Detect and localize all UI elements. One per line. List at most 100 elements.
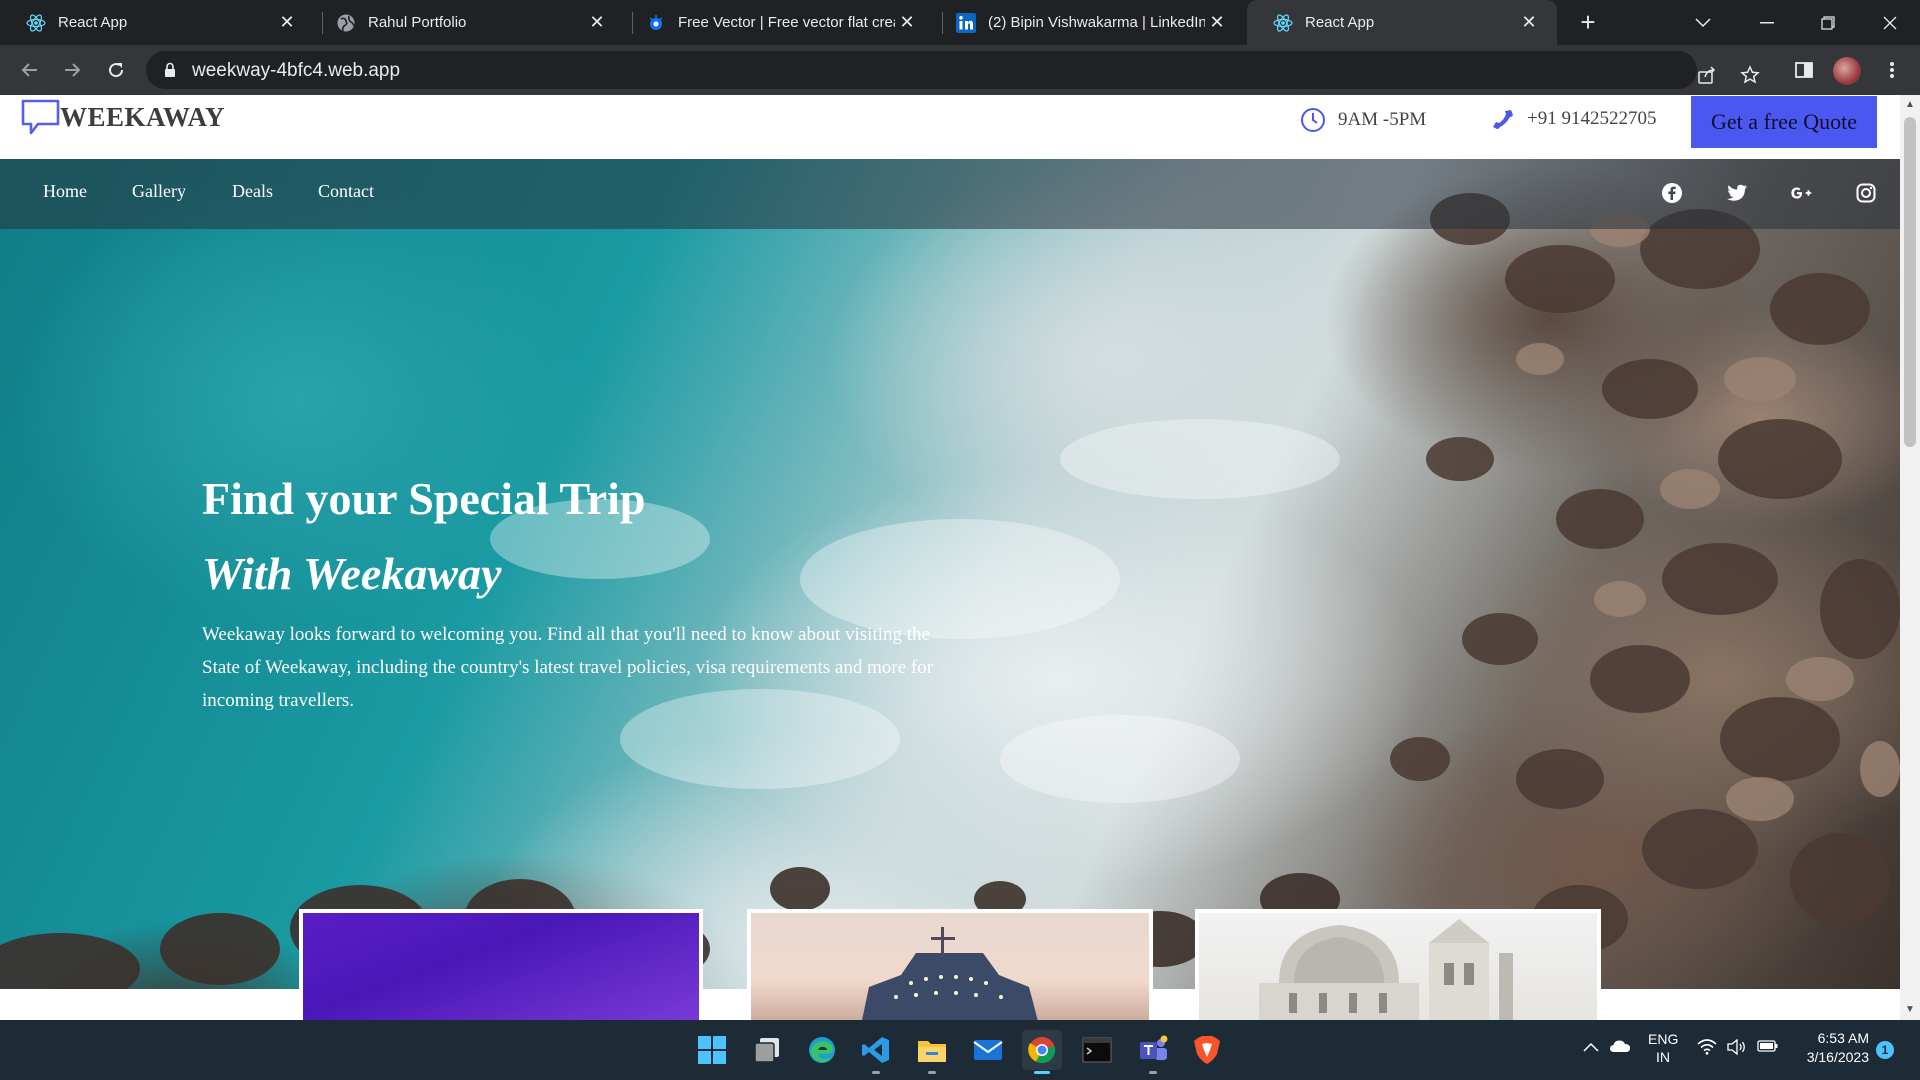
facebook-icon[interactable]	[1660, 181, 1684, 205]
language-code: ENG	[1648, 1031, 1679, 1047]
instagram-icon[interactable]	[1854, 181, 1878, 205]
url-text[interactable]: weekway-4bfc4.web.app	[192, 60, 400, 82]
vscode-icon[interactable]	[856, 1030, 896, 1074]
deal-card-image	[303, 913, 699, 1020]
deal-card[interactable]	[1195, 909, 1601, 1020]
scroll-down-arrow-icon[interactable]: ▼	[1900, 1000, 1920, 1020]
deal-card[interactable]	[299, 909, 703, 1020]
running-indicator	[1149, 1071, 1157, 1074]
close-icon[interactable]: ✕	[275, 11, 299, 35]
windows-taskbar: ENG IN 6:53 AM 3/16/2023 1	[0, 1020, 1920, 1080]
freepik-icon	[646, 13, 666, 33]
more-menu-icon[interactable]	[1876, 54, 1908, 86]
task-view-icon[interactable]	[747, 1030, 787, 1070]
volume-icon[interactable]	[1727, 1038, 1747, 1058]
tab-title: Rahul Portfolio	[368, 14, 467, 31]
linkedin-icon	[956, 12, 976, 33]
browser-toolbar: weekway-4bfc4.web.app	[0, 45, 1920, 95]
hours-text: 9AM -5PM	[1338, 109, 1427, 130]
side-panel-icon[interactable]	[1788, 54, 1820, 86]
nav-link-gallery[interactable]: Gallery	[132, 181, 186, 202]
browser-tab-strip: React App ✕ Rahul Portfolio ✕ Free Vecto…	[0, 0, 1920, 45]
site-header: WEEKAWAY 9AM -5PM +91 9142522705 Get a f…	[0, 95, 1900, 159]
show-hidden-icons-icon[interactable]	[1583, 1039, 1599, 1055]
clock-date: 3/16/2023	[1806, 1049, 1869, 1065]
react-icon	[1273, 13, 1293, 33]
forward-icon[interactable]	[56, 54, 88, 86]
windows-start-icon[interactable]	[692, 1030, 732, 1070]
brave-browser-icon[interactable]	[1187, 1030, 1227, 1070]
tab-title: React App	[58, 14, 128, 31]
profile-avatar[interactable]	[1833, 57, 1861, 85]
browser-tab[interactable]: (2) Bipin Vishwakarma | LinkedIn ✕	[930, 0, 1245, 45]
edge-browser-icon[interactable]	[802, 1030, 842, 1070]
clock-time: 6:53 AM	[1817, 1030, 1869, 1046]
terminal-icon[interactable]	[1077, 1030, 1117, 1070]
browser-tab[interactable]: Rahul Portfolio ✕	[310, 0, 625, 45]
phone-contact[interactable]: +91 9142522705	[1491, 107, 1656, 131]
tab-title: (2) Bipin Vishwakarma | LinkedIn	[988, 14, 1205, 31]
share-icon[interactable]	[1691, 59, 1723, 91]
chrome-icon[interactable]	[1022, 1030, 1062, 1074]
google-plus-icon[interactable]	[1790, 181, 1814, 205]
clock-icon	[1301, 108, 1325, 132]
lock-icon[interactable]	[164, 62, 176, 83]
onedrive-cloud-icon[interactable]	[1609, 1039, 1631, 1056]
file-explorer-icon[interactable]	[912, 1030, 952, 1074]
logo-text: WEEKAWAY	[60, 101, 226, 132]
browser-tab-active[interactable]: React App ✕	[1247, 0, 1557, 45]
twitter-icon[interactable]	[1725, 181, 1749, 205]
reload-icon[interactable]	[100, 54, 132, 86]
clock[interactable]: 6:53 AM 3/16/2023	[1797, 1030, 1869, 1065]
region-code: IN	[1656, 1049, 1670, 1065]
hero-subtitle: With Weekaway	[202, 548, 502, 599]
phone-text: +91 9142522705	[1527, 108, 1657, 129]
scrollbar-thumb[interactable]	[1904, 117, 1916, 447]
battery-icon[interactable]	[1757, 1039, 1779, 1056]
business-hours: 9AM -5PM	[1300, 107, 1426, 133]
restore-button[interactable]	[1798, 0, 1858, 45]
new-tab-button[interactable]: +	[1575, 9, 1601, 36]
scroll-up-arrow-icon[interactable]: ▲	[1900, 95, 1920, 115]
mail-icon[interactable]	[968, 1030, 1008, 1070]
running-indicator	[928, 1071, 936, 1074]
globe-icon	[336, 13, 356, 33]
teams-icon[interactable]	[1133, 1030, 1173, 1074]
get-quote-button[interactable]: Get a free Quote	[1691, 96, 1877, 148]
deal-card[interactable]	[747, 909, 1153, 1020]
address-bar[interactable]: weekway-4bfc4.web.app	[146, 51, 1760, 89]
browser-tab[interactable]: Free Vector | Free vector flat creati ✕	[620, 0, 935, 45]
notification-badge[interactable]: 1	[1876, 1041, 1894, 1059]
running-indicator	[1034, 1071, 1050, 1074]
chat-bubble-logo-icon	[21, 99, 60, 135]
wifi-icon[interactable]	[1697, 1039, 1717, 1058]
close-icon[interactable]: ✕	[585, 11, 609, 35]
close-window-button[interactable]	[1860, 0, 1920, 45]
hero-description: Weekaway looks forward to welcoming you.…	[202, 624, 934, 711]
tab-title: React App	[1305, 14, 1375, 31]
hero-title: Find your Special Trip	[202, 473, 646, 524]
close-icon[interactable]: ✕	[895, 11, 919, 35]
main-nav: Home Gallery Deals Contact	[0, 159, 1900, 229]
site-logo[interactable]: WEEKAWAY	[20, 98, 225, 138]
tab-search-icon[interactable]	[1673, 0, 1733, 45]
nav-link-home[interactable]: Home	[43, 181, 87, 202]
tab-title: Free Vector | Free vector flat creati	[678, 14, 895, 31]
deal-card-image	[1199, 913, 1597, 1020]
minimize-button[interactable]	[1737, 0, 1797, 45]
page-viewport: WEEKAWAY 9AM -5PM +91 9142522705 Get a f…	[0, 95, 1920, 1020]
close-icon[interactable]: ✕	[1517, 11, 1541, 35]
bookmark-star-icon[interactable]	[1734, 59, 1766, 91]
nav-link-deals[interactable]: Deals	[232, 181, 273, 202]
browser-tab[interactable]: React App ✕	[0, 0, 315, 45]
back-icon[interactable]	[14, 54, 46, 86]
deal-card-image	[751, 913, 1149, 1020]
page-scrollbar[interactable]: ▲ ▼	[1900, 95, 1920, 1020]
language-indicator[interactable]: ENG IN	[1648, 1031, 1678, 1065]
react-icon	[26, 13, 46, 33]
phone-icon	[1493, 110, 1513, 129]
hero-section: Home Gallery Deals Contact Find your Spe…	[0, 159, 1900, 989]
nav-link-contact[interactable]: Contact	[318, 181, 374, 202]
close-icon[interactable]: ✕	[1205, 11, 1229, 35]
running-indicator	[872, 1071, 880, 1074]
